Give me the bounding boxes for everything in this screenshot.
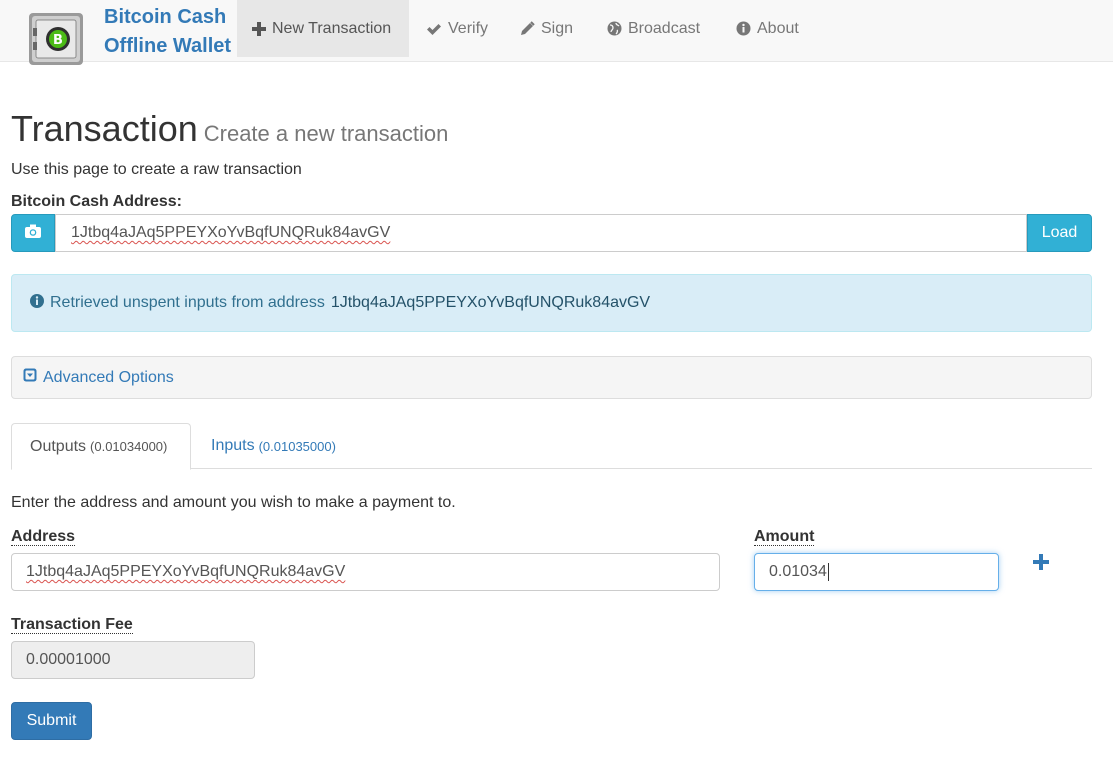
- camera-icon: [25, 224, 41, 243]
- info-circle-icon: [30, 293, 44, 313]
- fee-label-text: Transaction Fee: [11, 616, 133, 634]
- amount-label-text: Amount: [754, 528, 815, 546]
- tab-label: Inputs: [211, 437, 255, 454]
- nav-label: Sign: [541, 19, 574, 37]
- globe-icon: [607, 21, 622, 36]
- fee-label: Transaction Fee: [11, 614, 133, 636]
- page-intro: Use this page to create a raw transactio…: [11, 161, 302, 178]
- submit-button[interactable]: Submit: [11, 702, 92, 740]
- safe-icon[interactable]: B: [27, 10, 87, 68]
- page-subtitle: Create a new transaction: [203, 121, 449, 146]
- amount-value: 0.01034: [769, 563, 827, 580]
- tab-inputs[interactable]: Inputs (0.01035000): [193, 423, 354, 469]
- output-address-input[interactable]: 1Jtbq4aJAq5PPEYXoYvBqfUNQRuk84avGV: [11, 553, 720, 591]
- nav-sign[interactable]: Sign: [520, 0, 573, 57]
- brand-line-1: Bitcoin Cash: [104, 6, 227, 28]
- load-button[interactable]: Load: [1027, 214, 1092, 252]
- nav-label: Verify: [448, 19, 489, 37]
- output-address-label-text: Address: [11, 528, 76, 546]
- bch-address-input[interactable]: 1Jtbq4aJAq5PPEYXoYvBqfUNQRuk84avGV: [55, 214, 1027, 252]
- alert-address-link[interactable]: 1Jtbq4aJAq5PPEYXoYvBqfUNQRuk84avGV: [331, 294, 650, 312]
- info-alert: Retrieved unspent inputs from address 1J…: [11, 274, 1092, 332]
- page-title-text: Transaction: [11, 108, 198, 149]
- advanced-options-label: Advanced Options: [43, 368, 174, 386]
- brand-title[interactable]: Bitcoin Cash Offline Wallet: [104, 3, 239, 61]
- alert-text: Retrieved unspent inputs from address: [50, 294, 325, 311]
- plus-icon: [252, 21, 266, 36]
- scan-qr-button[interactable]: [11, 214, 55, 252]
- amount-input[interactable]: 0.01034: [754, 553, 999, 591]
- advanced-options-toggle[interactable]: Advanced Options: [11, 356, 1092, 399]
- nav-verify[interactable]: Verify: [426, 0, 488, 57]
- page-title: Transaction Create a new transaction: [11, 107, 448, 156]
- bch-address-value: 1Jtbq4aJAq5PPEYXoYvBqfUNQRuk84avGV: [71, 224, 391, 241]
- nav-label: About: [757, 19, 799, 37]
- navbar: B Bitcoin Cash Offline Wallet New Transa…: [0, 0, 1113, 65]
- tab-amount: (0.01034000): [90, 439, 168, 454]
- plus-icon: [1033, 553, 1049, 575]
- add-output-button[interactable]: [1030, 553, 1052, 575]
- nav-new-transaction[interactable]: New Transaction: [237, 0, 409, 57]
- check-icon: [426, 22, 442, 36]
- svg-text:B: B: [53, 33, 63, 48]
- nav-about[interactable]: About: [736, 0, 799, 57]
- info-icon: [736, 21, 751, 36]
- fee-value: 0.00001000: [26, 651, 111, 668]
- pencil-icon: [520, 21, 535, 36]
- output-address-value: 1Jtbq4aJAq5PPEYXoYvBqfUNQRuk84avGV: [26, 563, 346, 580]
- tab-label: Outputs: [30, 437, 87, 455]
- output-address-label: Address: [11, 526, 76, 548]
- address-label-suffix: :: [176, 193, 182, 210]
- nav-label: New Transaction: [272, 19, 392, 37]
- tab-amount: (0.01035000): [258, 438, 336, 454]
- nav-broadcast[interactable]: Broadcast: [607, 0, 700, 57]
- amount-label: Amount: [754, 526, 815, 548]
- outputs-intro: Enter the address and amount you wish to…: [11, 494, 456, 511]
- fee-input[interactable]: 0.00001000: [11, 641, 255, 679]
- address-label: Bitcoin Cash Address:: [11, 191, 182, 213]
- caret-square-down-icon: [23, 368, 37, 387]
- address-label-text: Bitcoin Cash Address: [11, 193, 177, 210]
- text-caret: [827, 563, 829, 581]
- nav-label: Broadcast: [628, 19, 701, 37]
- brand-line-2: Offline Wallet: [104, 35, 232, 57]
- tab-outputs[interactable]: Outputs (0.01034000): [11, 423, 191, 470]
